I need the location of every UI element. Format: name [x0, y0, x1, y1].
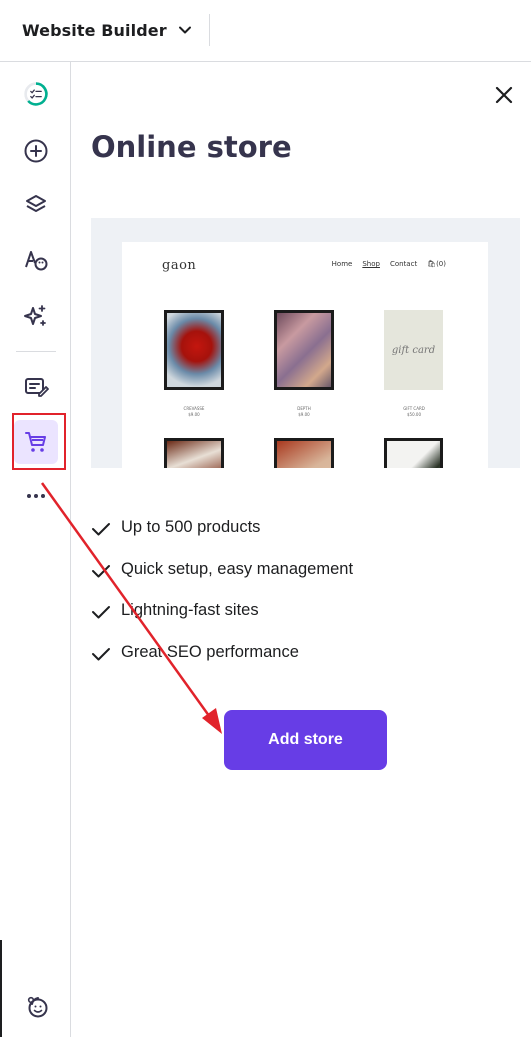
sparkles-icon	[24, 305, 46, 326]
preview-product-image	[384, 438, 443, 468]
checklist-button[interactable]	[14, 72, 58, 116]
checkmark-icon	[92, 647, 110, 660]
preview-product-image	[164, 438, 224, 468]
panel-title: Online store	[91, 130, 292, 164]
more-button[interactable]	[14, 474, 58, 518]
pages-button[interactable]	[14, 183, 58, 227]
feature-item: Quick setup, easy management	[91, 560, 353, 602]
feature-item: Up to 500 products	[91, 518, 353, 560]
close-button[interactable]	[490, 81, 518, 109]
preview-nav-contact: Contact	[389, 260, 418, 268]
preview-gift-card: gift card	[384, 310, 443, 390]
site-switcher-label: Website Builder	[22, 20, 167, 40]
edit-note-icon	[25, 378, 49, 397]
preview-product-image	[274, 310, 334, 390]
online-store-panel: Online store gaon Home Shop Contact 🛍(0)…	[72, 62, 531, 1037]
palette-icon	[25, 251, 48, 271]
layers-icon	[26, 195, 46, 212]
feature-text: Quick setup, easy management	[121, 559, 354, 578]
preview-product-image	[164, 310, 224, 390]
feature-text: Lightning-fast sites	[121, 601, 259, 619]
preview-logo: gaon	[162, 258, 197, 273]
plus-circle-icon	[24, 139, 48, 163]
more-dots-icon	[27, 494, 45, 498]
checkmark-icon	[92, 606, 110, 619]
checkmark-icon	[92, 523, 110, 536]
preview-product-caption: DEPTH $9.00	[297, 406, 311, 417]
annotation-highlight-box	[12, 413, 66, 470]
ai-tools-button[interactable]	[14, 294, 58, 338]
chevron-down-icon	[178, 26, 191, 34]
preview-page: gaon Home Shop Contact 🛍(0) gift card CR…	[122, 242, 488, 468]
feature-list: Up to 500 products Quick setup, easy man…	[91, 518, 353, 684]
add-store-button[interactable]: Add store	[224, 710, 387, 770]
styles-button[interactable]	[14, 238, 58, 282]
add-elements-button[interactable]	[14, 129, 58, 173]
feature-text: Up to 500 products	[121, 518, 261, 536]
top-bar: Website Builder	[0, 0, 531, 62]
top-divider	[209, 14, 210, 46]
preview-nav-home: Home	[331, 260, 353, 268]
preview-product-image	[274, 438, 334, 468]
window-edge	[0, 940, 2, 1037]
close-icon	[495, 86, 513, 104]
site-switcher-dropdown[interactable]: Website Builder	[12, 12, 203, 48]
progress-checklist-icon	[24, 82, 48, 106]
blog-button[interactable]	[14, 365, 58, 409]
preview-nav-cart: 🛍(0)	[427, 260, 446, 268]
smiley-icon	[27, 996, 48, 1018]
store-preview-image: gaon Home Shop Contact 🛍(0) gift card CR…	[91, 218, 520, 468]
feature-text: Great SEO performance	[121, 642, 299, 661]
preview-nav-shop: Shop	[362, 260, 380, 268]
sidebar-divider	[16, 351, 56, 352]
preview-product-caption: GIFT CARD $50.00	[403, 406, 425, 417]
checkmark-icon	[92, 564, 110, 577]
preview-product-caption: CREVASSE $9.00	[183, 406, 205, 417]
left-sidebar	[0, 62, 71, 1037]
feature-item: Great SEO performance	[91, 643, 353, 685]
help-button[interactable]	[14, 984, 58, 1028]
preview-nav: Home Shop Contact 🛍(0)	[332, 260, 446, 268]
feature-item: Lightning-fast sites	[91, 601, 353, 643]
